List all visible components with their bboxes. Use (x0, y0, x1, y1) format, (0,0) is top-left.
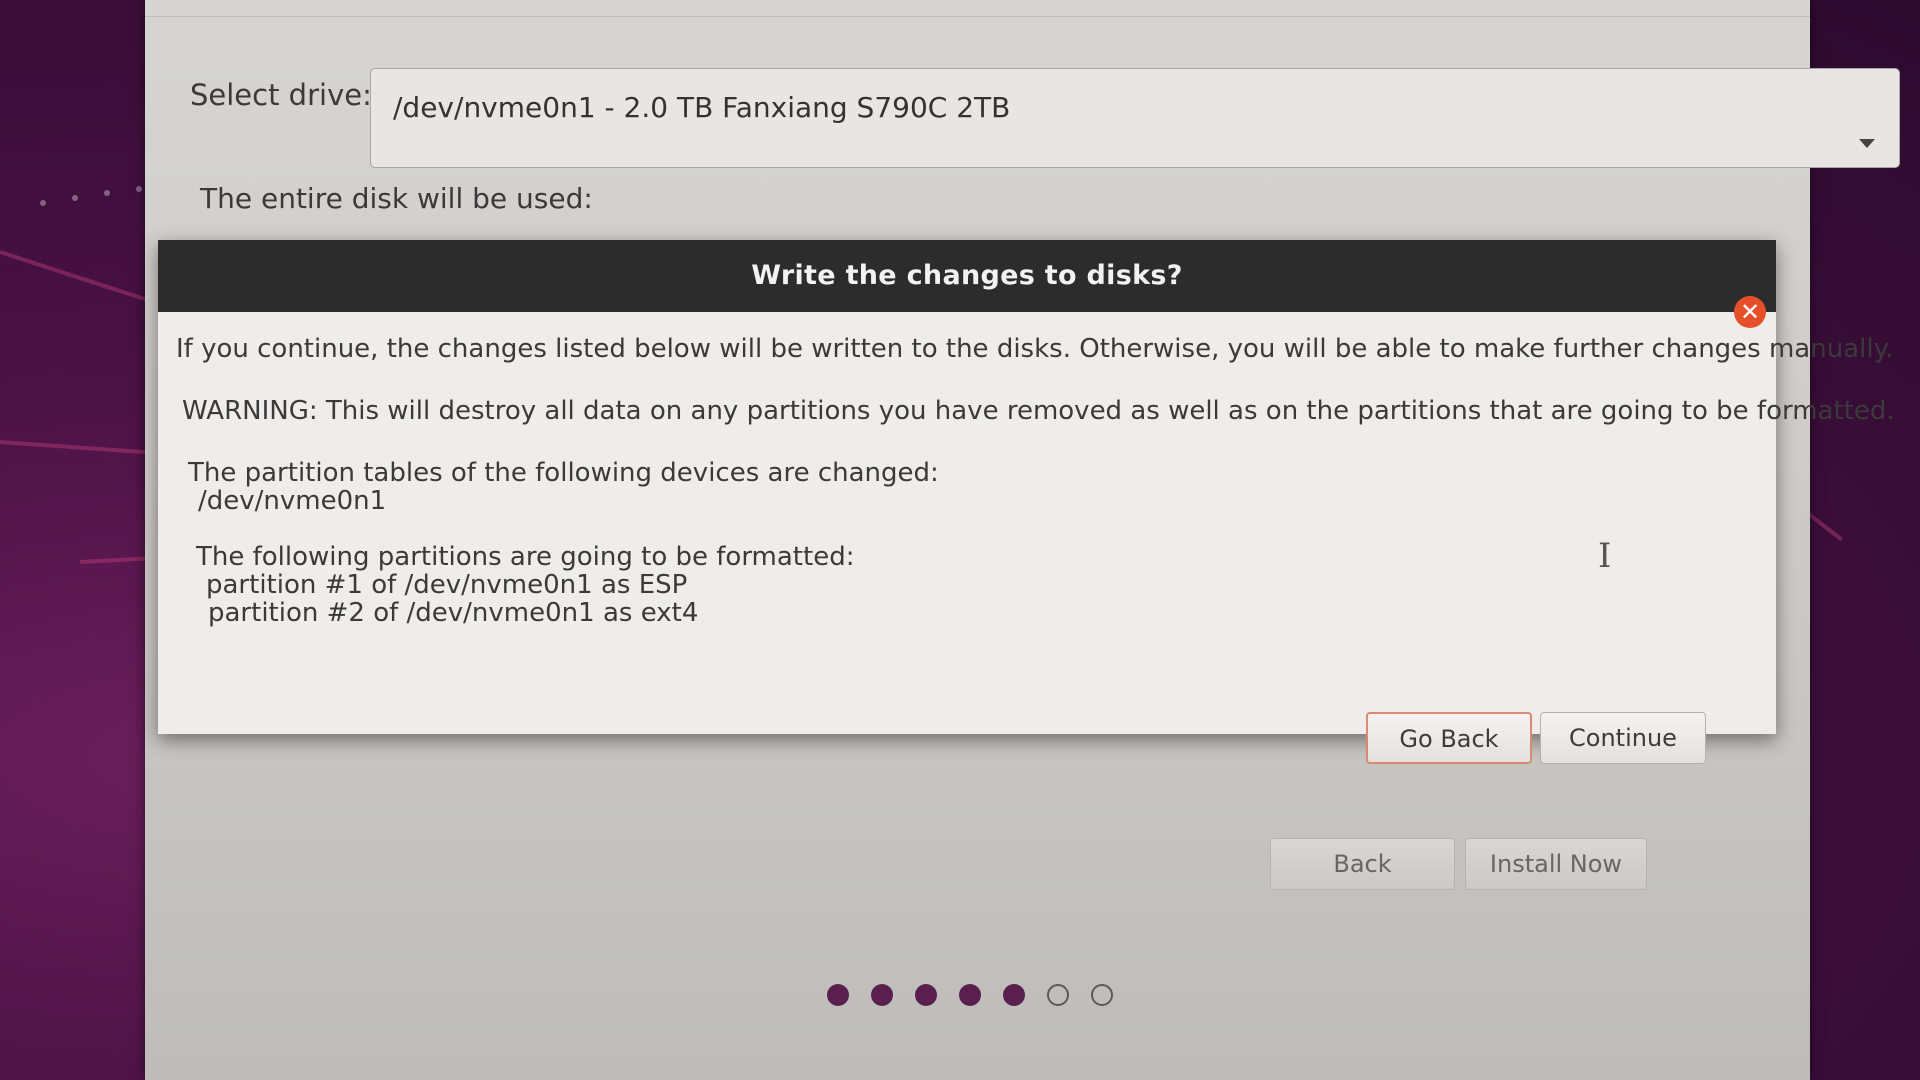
progress-dot-complete (1003, 984, 1025, 1006)
continue-button[interactable]: Continue (1540, 712, 1706, 764)
go-back-button[interactable]: Go Back (1366, 712, 1532, 764)
back-button[interactable]: Back (1270, 838, 1455, 890)
format-item: partition #2 of /dev/nvme0n1 as ext4 (208, 598, 699, 628)
disk-usage-label: The entire disk will be used: (200, 182, 593, 215)
partition-tables-device: /dev/nvme0n1 (198, 486, 387, 516)
text-cursor-icon: I (1598, 536, 1612, 576)
partition-tables-heading: The partition tables of the following de… (188, 458, 939, 488)
progress-dot-pending (1091, 984, 1113, 1006)
select-drive-label: Select drive: (190, 78, 372, 112)
dialog-body: If you continue, the changes listed belo… (158, 312, 1895, 764)
dialog-warning: WARNING: This will destroy all data on a… (182, 396, 1895, 426)
dialog-title: Write the changes to disks? (751, 260, 1183, 291)
progress-dot-complete (827, 984, 849, 1006)
format-item: partition #1 of /dev/nvme0n1 as ESP (206, 570, 688, 600)
window-divider (145, 16, 1810, 17)
dialog-header: Write the changes to disks? (158, 240, 1776, 312)
format-heading: The following partitions are going to be… (196, 542, 855, 572)
progress-dot-pending (1047, 984, 1069, 1006)
wallpaper-stroke (0, 250, 163, 307)
wallpaper-dot (136, 186, 142, 192)
install-now-button[interactable]: Install Now (1465, 838, 1647, 890)
dialog-message: If you continue, the changes listed belo… (176, 334, 1894, 364)
drive-select-value: /dev/nvme0n1 - 2.0 TB Fanxiang S790C 2TB (393, 91, 1011, 124)
wallpaper-dot (40, 200, 46, 206)
progress-dot-complete (871, 984, 893, 1006)
wallpaper-dot (72, 195, 78, 201)
confirm-write-dialog: Write the changes to disks? ✕ If you con… (158, 240, 1895, 764)
progress-dot-complete (959, 984, 981, 1006)
progress-dot-complete (915, 984, 937, 1006)
drive-select[interactable]: /dev/nvme0n1 - 2.0 TB Fanxiang S790C 2TB (370, 68, 1900, 168)
wallpaper-stroke (0, 440, 150, 455)
chevron-down-icon (1859, 139, 1875, 148)
wallpaper-dot (104, 190, 110, 196)
